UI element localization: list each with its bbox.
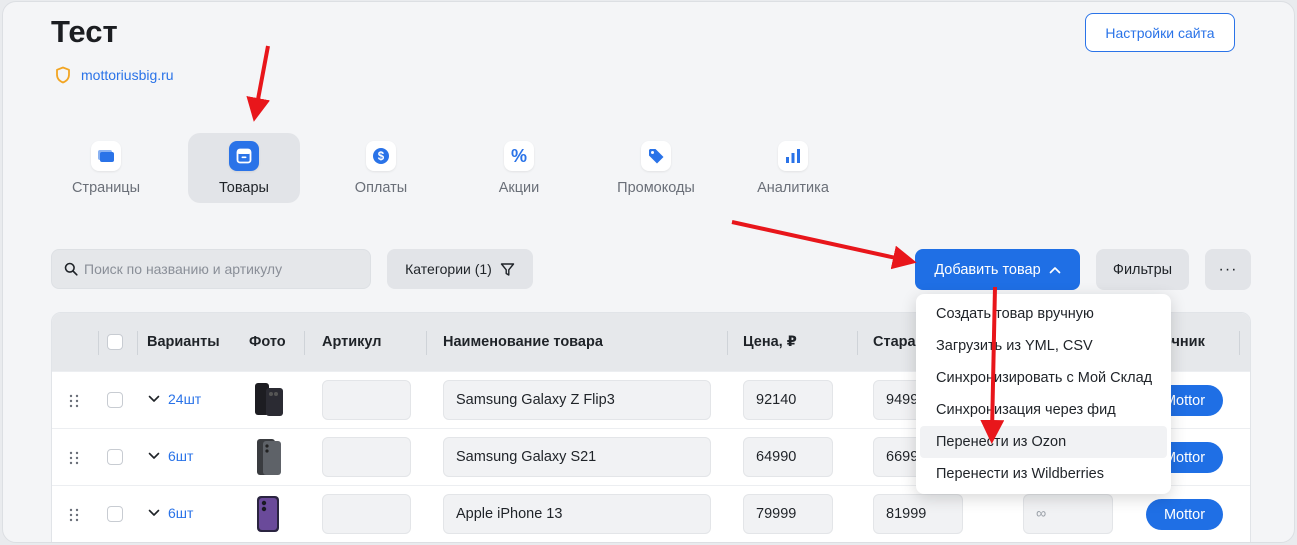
tab-label: Оплаты xyxy=(354,180,408,196)
column-price[interactable]: Цена, ₽ xyxy=(743,334,797,350)
tab-label: Аналитика xyxy=(757,180,829,196)
filter-icon xyxy=(500,262,515,276)
column-separator xyxy=(1239,331,1240,355)
sku-field[interactable] xyxy=(322,437,411,477)
domain-link[interactable]: mottoriusbig.ru xyxy=(81,67,174,83)
product-name-field[interactable]: Apple iPhone 13 xyxy=(443,494,711,534)
select-all-checkbox[interactable] xyxy=(107,334,123,350)
sku-field[interactable] xyxy=(322,380,411,420)
tab-promotions[interactable]: % Акции xyxy=(463,133,575,203)
dollar-icon: $ xyxy=(366,141,396,171)
menu-item-import-wildberries[interactable]: Перенести из Wildberries xyxy=(920,458,1167,490)
tab-promocodes[interactable]: Промокоды xyxy=(600,133,712,203)
add-product-menu: Создать товар вручную Загрузить из YML, … xyxy=(916,294,1171,494)
column-photo[interactable]: Фото xyxy=(249,334,286,350)
variants-count[interactable]: 6шт xyxy=(168,448,193,464)
column-variants[interactable]: Варианты xyxy=(147,334,220,350)
column-separator xyxy=(304,331,305,355)
percent-icon: % xyxy=(504,141,534,171)
search-input[interactable] xyxy=(84,261,364,277)
chart-icon xyxy=(778,141,808,171)
product-photo xyxy=(255,383,283,416)
chevron-down-icon xyxy=(148,452,160,459)
chevron-down-icon xyxy=(148,395,160,402)
tab-label: Промокоды xyxy=(617,180,695,196)
svg-text:%: % xyxy=(511,147,527,165)
svg-text:$: $ xyxy=(378,151,385,163)
menu-item-sync-moysklad[interactable]: Синхронизировать с Мой Склад xyxy=(920,362,1167,394)
variants-toggle[interactable]: 6шт xyxy=(148,505,193,521)
site-settings-button[interactable]: Настройки сайта xyxy=(1085,13,1235,52)
menu-item-import-ozon[interactable]: Перенести из Ozon xyxy=(920,426,1167,458)
main-panel: Тест mottoriusbig.ru Настройки сайта Стр… xyxy=(2,1,1295,543)
column-separator xyxy=(137,331,138,355)
tag-icon xyxy=(641,141,671,171)
drag-handle-icon[interactable] xyxy=(69,508,79,522)
add-product-button[interactable]: Добавить товар xyxy=(915,249,1080,290)
tab-analytics[interactable]: Аналитика xyxy=(737,133,849,203)
domain-row: mottoriusbig.ru xyxy=(55,66,174,84)
search-icon xyxy=(64,262,78,276)
chevron-down-icon xyxy=(148,509,160,516)
drag-handle-icon[interactable] xyxy=(69,451,79,465)
add-product-label: Добавить товар xyxy=(934,261,1041,278)
variants-count[interactable]: 6шт xyxy=(168,505,193,521)
column-sku[interactable]: Артикул xyxy=(322,334,382,350)
drag-handle-icon[interactable] xyxy=(69,394,79,408)
categories-label: Категории (1) xyxy=(405,261,492,277)
stock-field[interactable]: ∞ xyxy=(1023,494,1113,534)
more-options-button[interactable]: ··· xyxy=(1205,249,1251,290)
page-title: Тест xyxy=(51,14,118,49)
product-photo xyxy=(257,496,279,532)
product-photo xyxy=(257,439,281,475)
tab-label: Страницы xyxy=(71,180,141,196)
tab-pages[interactable]: Страницы xyxy=(50,133,162,203)
search-box[interactable] xyxy=(51,249,371,289)
variants-toggle[interactable]: 24шт xyxy=(148,391,201,407)
row-checkbox[interactable] xyxy=(107,392,123,408)
product-name-field[interactable]: Samsung Galaxy Z Flip3 xyxy=(443,380,711,420)
column-old-price[interactable]: Стара xyxy=(873,334,916,350)
products-icon xyxy=(229,141,259,171)
column-name[interactable]: Наименование товара xyxy=(443,334,603,350)
old-price-field[interactable]: 81999 xyxy=(873,494,963,534)
price-field[interactable]: 79999 xyxy=(743,494,833,534)
column-separator xyxy=(727,331,728,355)
price-field[interactable]: 92140 xyxy=(743,380,833,420)
sku-field[interactable] xyxy=(322,494,411,534)
row-checkbox[interactable] xyxy=(107,449,123,465)
shield-icon xyxy=(56,66,70,84)
chevron-up-icon xyxy=(1049,266,1061,273)
filters-button[interactable]: Фильтры xyxy=(1096,249,1189,290)
source-badge[interactable]: Mottor xyxy=(1146,499,1223,530)
column-separator xyxy=(857,331,858,355)
column-separator xyxy=(98,331,99,355)
menu-item-sync-feed[interactable]: Синхронизация через фид xyxy=(920,394,1167,426)
column-separator xyxy=(426,331,427,355)
tab-payments[interactable]: $ Оплаты xyxy=(325,133,437,203)
menu-item-create-manually[interactable]: Создать товар вручную xyxy=(920,298,1167,330)
product-name-field[interactable]: Samsung Galaxy S21 xyxy=(443,437,711,477)
variants-count[interactable]: 24шт xyxy=(168,391,201,407)
categories-button[interactable]: Категории (1) xyxy=(387,249,533,289)
tab-label: Товары xyxy=(219,180,269,196)
menu-item-upload-yml-csv[interactable]: Загрузить из YML, CSV xyxy=(920,330,1167,362)
pages-icon xyxy=(91,141,121,171)
price-field[interactable]: 64990 xyxy=(743,437,833,477)
variants-toggle[interactable]: 6шт xyxy=(148,448,193,464)
row-checkbox[interactable] xyxy=(107,506,123,522)
tab-products[interactable]: Товары xyxy=(188,133,300,203)
tab-label: Акции xyxy=(498,180,540,196)
